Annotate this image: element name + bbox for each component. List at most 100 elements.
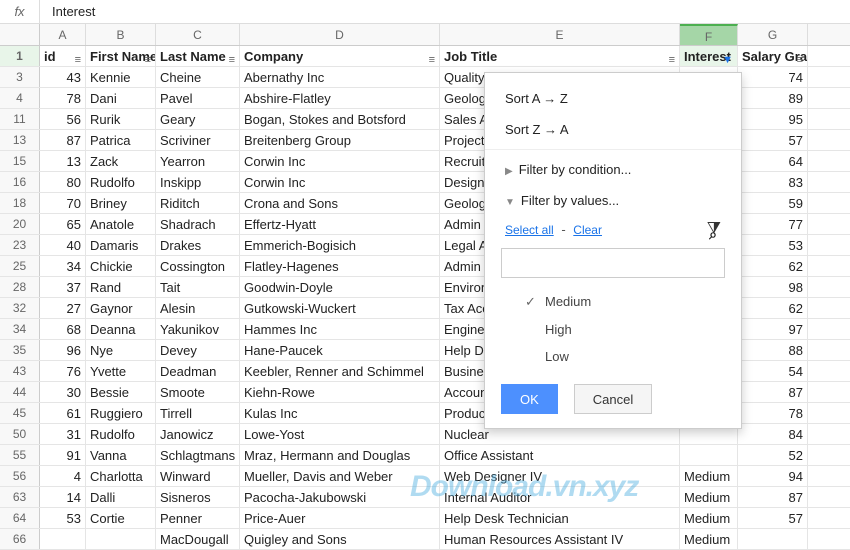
- cell[interactable]: Drakes: [156, 235, 240, 255]
- cell[interactable]: 88: [738, 340, 808, 360]
- cell[interactable]: Goodwin-Doyle: [240, 277, 440, 297]
- cell[interactable]: 95: [738, 109, 808, 129]
- row-header[interactable]: 16: [0, 172, 40, 192]
- cell[interactable]: [738, 529, 808, 549]
- row-header[interactable]: 23: [0, 235, 40, 255]
- row-header[interactable]: 56: [0, 466, 40, 486]
- cell[interactable]: Help Desk Technician: [440, 508, 680, 528]
- cell[interactable]: 78: [738, 403, 808, 423]
- filter-icon[interactable]: ≡: [75, 50, 81, 66]
- filter-value-item[interactable]: ✓Medium: [515, 288, 741, 316]
- row-header[interactable]: 64: [0, 508, 40, 528]
- cell[interactable]: Vanna: [86, 445, 156, 465]
- row-header[interactable]: 43: [0, 361, 40, 381]
- cell[interactable]: Effertz-Hyatt: [240, 214, 440, 234]
- filter-icon[interactable]: ≡: [229, 50, 235, 66]
- cell[interactable]: 76: [40, 361, 86, 381]
- cell[interactable]: Cortie: [86, 508, 156, 528]
- cell[interactable]: Internal Auditor: [440, 487, 680, 507]
- select-all-link[interactable]: Select all: [505, 223, 554, 237]
- cell[interactable]: Corwin Inc: [240, 151, 440, 171]
- row-header[interactable]: 63: [0, 487, 40, 507]
- cell[interactable]: Gutkowski-Wuckert: [240, 298, 440, 318]
- row-header[interactable]: 3: [0, 67, 40, 87]
- cell[interactable]: Hammes Inc: [240, 319, 440, 339]
- cell[interactable]: 70: [40, 193, 86, 213]
- cell[interactable]: 30: [40, 382, 86, 402]
- cell[interactable]: Mueller, Davis and Weber: [240, 466, 440, 486]
- cell[interactable]: 54: [738, 361, 808, 381]
- cell[interactable]: 62: [738, 298, 808, 318]
- filter-icon[interactable]: ≡: [669, 50, 675, 66]
- row-header[interactable]: 35: [0, 340, 40, 360]
- row-header[interactable]: 45: [0, 403, 40, 423]
- cell[interactable]: Rudolfo: [86, 424, 156, 444]
- cell[interactable]: 68: [40, 319, 86, 339]
- cell[interactable]: 52: [738, 445, 808, 465]
- col-header-F[interactable]: F: [680, 24, 738, 45]
- cell[interactable]: 96: [40, 340, 86, 360]
- cell[interactable]: Scriviner: [156, 130, 240, 150]
- row-header[interactable]: 34: [0, 319, 40, 339]
- cell[interactable]: 37: [40, 277, 86, 297]
- filter-value-item[interactable]: High: [515, 316, 741, 343]
- cell[interactable]: Briney: [86, 193, 156, 213]
- cell[interactable]: id≡: [40, 46, 86, 66]
- cell[interactable]: Emmerich-Bogisich: [240, 235, 440, 255]
- cell[interactable]: Company≡: [240, 46, 440, 66]
- cell[interactable]: Kulas Inc: [240, 403, 440, 423]
- cell[interactable]: Corwin Inc: [240, 172, 440, 192]
- cell[interactable]: Kennie: [86, 67, 156, 87]
- cell[interactable]: Charlotta: [86, 466, 156, 486]
- cell[interactable]: 91: [40, 445, 86, 465]
- cell[interactable]: [680, 445, 738, 465]
- cell[interactable]: 83: [738, 172, 808, 192]
- filter-icon[interactable]: ≡: [429, 50, 435, 66]
- row-header[interactable]: 1: [0, 46, 40, 66]
- cell[interactable]: 27: [40, 298, 86, 318]
- cell[interactable]: 87: [40, 130, 86, 150]
- cell[interactable]: 43: [40, 67, 86, 87]
- cell[interactable]: Inskipp: [156, 172, 240, 192]
- cell[interactable]: Medium: [680, 508, 738, 528]
- cell[interactable]: Chickie: [86, 256, 156, 276]
- cell[interactable]: 64: [738, 151, 808, 171]
- sort-za[interactable]: Sort Z → A: [485, 114, 741, 145]
- cell[interactable]: 56: [40, 109, 86, 129]
- cell[interactable]: 53: [40, 508, 86, 528]
- cell[interactable]: Yakunikov: [156, 319, 240, 339]
- cell[interactable]: 87: [738, 382, 808, 402]
- cell[interactable]: Yvette: [86, 361, 156, 381]
- cell[interactable]: Deadman: [156, 361, 240, 381]
- cell[interactable]: Patrica: [86, 130, 156, 150]
- cell[interactable]: Pacocha-Jakubowski: [240, 487, 440, 507]
- cell[interactable]: Ruggiero: [86, 403, 156, 423]
- cell[interactable]: 77: [738, 214, 808, 234]
- cell[interactable]: 57: [738, 508, 808, 528]
- col-header-B[interactable]: B: [86, 24, 156, 45]
- cell[interactable]: Dalli: [86, 487, 156, 507]
- col-header-C[interactable]: C: [156, 24, 240, 45]
- row-header[interactable]: 11: [0, 109, 40, 129]
- row-header[interactable]: 66: [0, 529, 40, 549]
- cell[interactable]: 94: [738, 466, 808, 486]
- cell[interactable]: [86, 529, 156, 549]
- cell[interactable]: Damaris: [86, 235, 156, 255]
- cell[interactable]: Tait: [156, 277, 240, 297]
- filter-value-item[interactable]: Low: [515, 343, 741, 370]
- cell[interactable]: Hane-Paucek: [240, 340, 440, 360]
- cell[interactable]: Cossington: [156, 256, 240, 276]
- cell[interactable]: Bessie: [86, 382, 156, 402]
- filter-by-values[interactable]: ▼Filter by values...: [485, 185, 741, 216]
- cell[interactable]: Winward: [156, 466, 240, 486]
- cell[interactable]: Flatley-Hagenes: [240, 256, 440, 276]
- cell[interactable]: Tirrell: [156, 403, 240, 423]
- cell[interactable]: Last Name≡: [156, 46, 240, 66]
- col-header-G[interactable]: G: [738, 24, 808, 45]
- cell[interactable]: Salary Grade≡: [738, 46, 808, 66]
- row-header[interactable]: 20: [0, 214, 40, 234]
- cell[interactable]: 13: [40, 151, 86, 171]
- filter-by-condition[interactable]: ▶Filter by condition...: [485, 154, 741, 185]
- col-header-E[interactable]: E: [440, 24, 680, 45]
- cell[interactable]: Shadrach: [156, 214, 240, 234]
